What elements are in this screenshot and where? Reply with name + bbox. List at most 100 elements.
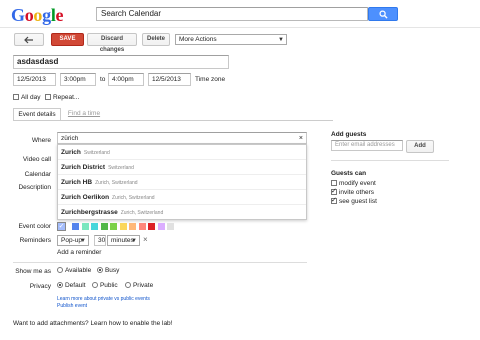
learn-more-privacy-link[interactable]: Learn more about private vs public event… xyxy=(57,296,150,302)
save-button[interactable]: SAVE xyxy=(51,33,84,46)
suggestion-item[interactable]: Zurich HB Zurich, Switzerland xyxy=(58,175,306,190)
private-privacy-radio[interactable] xyxy=(125,282,131,289)
section-divider xyxy=(13,262,307,263)
guest-perm-modify[interactable]: modify event xyxy=(331,180,376,187)
public-privacy-label: Public xyxy=(99,282,118,289)
guest-perm-invite[interactable]: invite others xyxy=(331,187,374,196)
suggestion-sub: Zurich, Switzerland xyxy=(120,210,164,216)
guest-perm-see-list[interactable]: see guest list xyxy=(331,196,377,205)
suggestion-sub: Zurich, Switzerland xyxy=(112,195,155,201)
suggestion-main: Zurich District xyxy=(61,164,106,171)
invite-others-label: invite others xyxy=(338,189,374,196)
chevron-down-icon: ▼ xyxy=(278,37,284,43)
default-privacy-radio[interactable] xyxy=(57,282,63,289)
color-swatch[interactable] xyxy=(81,223,89,230)
color-swatch[interactable] xyxy=(72,223,79,230)
color-swatch[interactable] xyxy=(119,223,127,230)
search-button[interactable] xyxy=(368,7,398,21)
chevron-down-icon: ▼ xyxy=(80,238,86,244)
suggestion-item[interactable]: Zurichbergstrasse Zurich, Switzerland xyxy=(58,205,306,220)
color-swatch[interactable] xyxy=(91,223,98,230)
end-date-input[interactable]: 12/5/2013 xyxy=(148,73,191,86)
guest-email-input[interactable]: Enter email addresses xyxy=(331,140,403,151)
discard-changes-button[interactable]: Discard changes xyxy=(87,33,137,53)
all-day-option[interactable]: All day xyxy=(13,94,40,101)
guests-can-title: Guests can xyxy=(331,170,367,177)
suggestion-main: Zurich xyxy=(61,149,81,156)
color-swatch[interactable] xyxy=(167,223,174,230)
logo-letter: o xyxy=(33,5,43,25)
all-day-checkbox[interactable] xyxy=(13,94,19,101)
to-label: to xyxy=(100,76,106,83)
modify-event-label: modify event xyxy=(338,180,376,187)
tab-event-details[interactable]: Event details xyxy=(13,108,61,120)
color-swatch[interactable] xyxy=(110,223,117,230)
event-color-label: Event color xyxy=(18,223,51,230)
color-swatch[interactable] xyxy=(148,223,155,230)
modify-event-checkbox[interactable] xyxy=(331,180,337,187)
repeat-option[interactable]: Repeat... xyxy=(45,94,79,101)
start-date-input[interactable]: 12/5/2013 xyxy=(13,73,56,86)
reminder-amount-input[interactable]: 30 xyxy=(94,235,106,246)
public-privacy-option[interactable]: Public xyxy=(92,282,118,289)
suggestion-item[interactable]: Zurich Switzerland xyxy=(58,145,306,160)
color-swatch-default[interactable]: ✓ xyxy=(57,222,66,231)
default-privacy-option[interactable]: Default xyxy=(57,282,86,289)
see-guest-list-checkbox[interactable] xyxy=(331,196,337,205)
available-label: Available xyxy=(64,267,92,274)
back-arrow-icon xyxy=(24,36,33,44)
more-actions-select[interactable]: More Actions ▼ xyxy=(175,34,287,45)
start-time-input[interactable]: 3:00pm xyxy=(60,73,96,86)
reminder-unit-select[interactable]: minutes ▼ xyxy=(107,235,140,246)
end-time-input[interactable]: 4:00pm xyxy=(108,73,144,86)
busy-label: Busy xyxy=(104,267,120,274)
color-swatch[interactable] xyxy=(138,223,146,230)
search-icon xyxy=(379,10,388,19)
repeat-label: Repeat... xyxy=(52,94,80,101)
add-reminder-link[interactable]: Add a reminder xyxy=(57,249,101,256)
publish-event-link[interactable]: Publish event xyxy=(57,303,87,309)
busy-radio[interactable] xyxy=(97,267,103,274)
search-input[interactable]: Search Calendar xyxy=(96,7,368,21)
suggestion-item[interactable]: Zurich Oerlikon Zurich, Switzerland xyxy=(58,190,306,205)
location-suggestions: Zurich Switzerland Zurich District Switzer… xyxy=(57,144,307,220)
reminder-type-select[interactable]: Pop-up ▼ xyxy=(57,235,89,246)
color-swatch[interactable] xyxy=(157,223,165,230)
video-call-label: Video call xyxy=(22,156,51,163)
where-input[interactable]: zürich × xyxy=(57,132,307,144)
logo-letter: o xyxy=(24,5,34,25)
chevron-down-icon: ▼ xyxy=(131,238,137,244)
attachments-lab-link[interactable]: Want to add attachments? Learn how to en… xyxy=(13,320,172,327)
busy-option[interactable]: Busy xyxy=(97,267,119,274)
remove-reminder-icon[interactable]: × xyxy=(143,235,148,244)
suggestion-sub: Zurich, Switzerland xyxy=(95,180,138,186)
reminder-type-value: Pop-up xyxy=(61,237,82,244)
private-privacy-option[interactable]: Private xyxy=(125,282,153,289)
suggestion-item[interactable]: Zurich District Switzerland xyxy=(58,160,306,175)
see-guest-list-label: see guest list xyxy=(338,198,377,205)
tab-find-a-time[interactable]: Find a time xyxy=(64,108,104,120)
back-button[interactable] xyxy=(14,33,44,46)
add-guest-button[interactable]: Add xyxy=(406,140,434,153)
event-title-input[interactable]: asdasdasd xyxy=(13,55,229,69)
private-privacy-label: Private xyxy=(132,282,154,289)
repeat-checkbox[interactable] xyxy=(45,94,51,101)
clear-icon[interactable]: × xyxy=(299,133,303,144)
calendar-label: Calendar xyxy=(24,171,51,178)
color-swatch[interactable] xyxy=(129,223,136,230)
invite-others-checkbox[interactable] xyxy=(331,187,337,196)
delete-button[interactable]: Delete xyxy=(142,33,170,46)
header-divider xyxy=(0,27,480,28)
available-option[interactable]: Available xyxy=(57,267,91,274)
color-swatch[interactable] xyxy=(100,223,108,230)
default-privacy-label: Default xyxy=(64,282,86,289)
add-guests-title: Add guests xyxy=(331,131,367,138)
public-privacy-radio[interactable] xyxy=(92,282,98,289)
suggestion-main: Zurichbergstrasse xyxy=(61,209,118,216)
where-value: zürich xyxy=(61,135,79,142)
suggestion-sub: Switzerland xyxy=(108,165,134,171)
timezone-link[interactable]: Time zone xyxy=(195,76,225,83)
description-label: Description xyxy=(18,184,51,191)
logo-letter: G xyxy=(11,5,25,25)
available-radio[interactable] xyxy=(57,267,63,274)
